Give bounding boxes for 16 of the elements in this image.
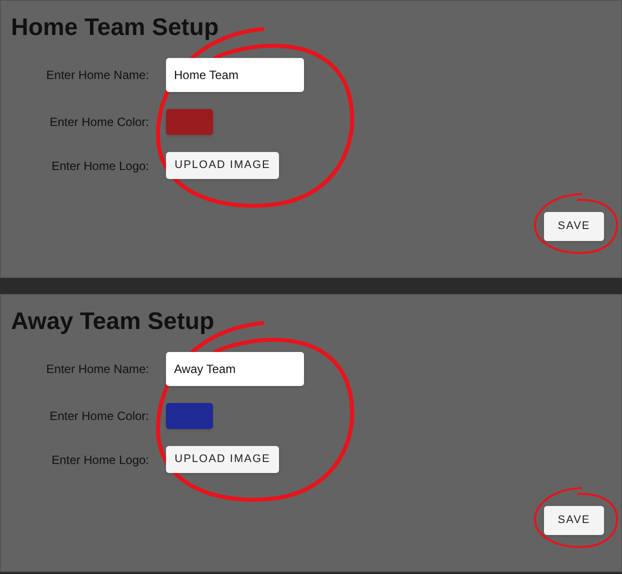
name-field[interactable]: Away Team bbox=[166, 352, 304, 386]
name-field[interactable]: Home Team bbox=[166, 58, 304, 92]
field-label: Enter Home Name: bbox=[45, 361, 149, 378]
field-label: Enter Home Color: bbox=[48, 114, 149, 131]
save-button[interactable]: SAVE bbox=[544, 212, 604, 241]
field-label: Enter Home Name: bbox=[45, 67, 149, 84]
field-label: Enter Home Logo: bbox=[50, 452, 149, 468]
save-button[interactable]: SAVE bbox=[544, 506, 604, 535]
panel-title: Home Team Setup bbox=[11, 13, 220, 43]
color-swatch[interactable] bbox=[166, 109, 213, 135]
panel-title: Away Team Setup bbox=[11, 307, 216, 337]
field-label: Enter Home Logo: bbox=[50, 158, 149, 174]
upload-image-button[interactable]: UPLOAD IMAGE bbox=[166, 446, 279, 473]
field-label: Enter Home Color: bbox=[48, 408, 149, 425]
color-swatch[interactable] bbox=[166, 403, 213, 429]
upload-image-button[interactable]: UPLOAD IMAGE bbox=[166, 152, 279, 179]
